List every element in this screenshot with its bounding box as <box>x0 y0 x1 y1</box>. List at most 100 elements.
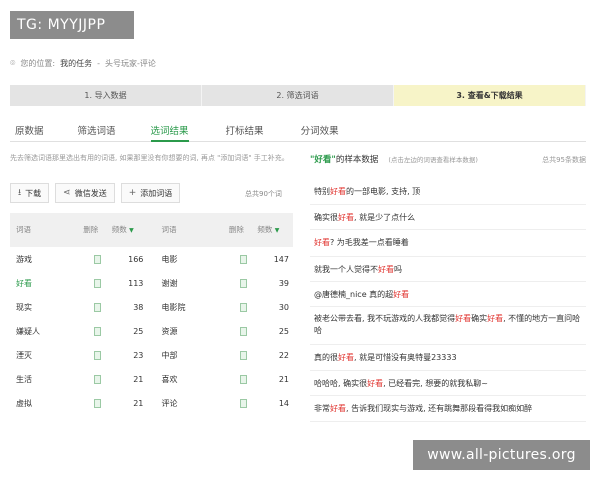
sample-text: ? 为毛我差一点看睡着 <box>330 238 409 247</box>
sample-text: , 已经看完, 想要的就我私聊~ <box>383 379 488 388</box>
sample-panel: "好看" 的样本数据 (点击左边的词语查看样本数据) 总共95条数据 特别好看的… <box>310 153 586 422</box>
download-button[interactable]: ⭳ 下载 <box>10 183 50 203</box>
sample-keyword-highlight: 好看 <box>330 187 346 196</box>
tab-segmentation[interactable]: 分词效果 <box>301 120 339 141</box>
delete-icon[interactable] <box>239 398 247 408</box>
tab-filter-words[interactable]: 筛选词语 <box>78 120 116 141</box>
step-progress: 1. 导入数据 2. 筛选词语 3. 查看&下载结果 <box>10 85 586 106</box>
delete-icon[interactable] <box>94 398 102 408</box>
add-word-button[interactable]: + 添加词语 <box>120 183 181 203</box>
list-item: 就我一个人觉得不好看吗 <box>310 257 586 282</box>
sample-text: 确实很 <box>314 213 338 222</box>
word-cell[interactable]: 生活 <box>10 367 83 391</box>
word-cell[interactable]: 湮灭 <box>10 343 83 367</box>
step-view-download[interactable]: 3. 查看&下载结果 <box>394 85 586 106</box>
header-delete: 删除 <box>83 213 112 247</box>
delete-icon[interactable] <box>94 254 102 264</box>
step-filter[interactable]: 2. 筛选词语 <box>202 85 394 106</box>
breadcrumb: ⌾ 您的位置: 我的任务 - 头号玩家-评论 <box>10 58 156 69</box>
sample-text: 哈哈哈, 确实很 <box>314 379 368 388</box>
delete-icon[interactable] <box>94 350 102 360</box>
list-item: 确实很好看, 就是少了点什么 <box>310 205 586 230</box>
breadcrumb-prefix: 您的位置: <box>20 59 56 68</box>
delete-icon[interactable] <box>94 326 102 336</box>
delete-cell <box>83 247 112 271</box>
count-cell: 38 <box>133 302 144 312</box>
word-cell[interactable]: 嫌疑人 <box>10 319 83 343</box>
tab-raw-data[interactable]: 原数据 <box>15 120 44 141</box>
delete-icon[interactable] <box>239 278 247 288</box>
sample-keyword-highlight: 好看 <box>487 314 504 323</box>
table-row[interactable]: 游戏 166 电影 147 <box>10 247 293 271</box>
list-item: 哈哈哈, 确实很好看, 已经看完, 想要的就我私聊~ <box>310 371 586 396</box>
delete-cell <box>229 247 258 271</box>
word-cell[interactable]: 中部 <box>156 343 229 367</box>
delete-cell <box>229 343 258 367</box>
count-cell: 14 <box>278 398 289 408</box>
delete-icon[interactable] <box>239 350 247 360</box>
delete-cell <box>229 295 258 319</box>
sample-title-suffix: 的样本数据 <box>335 155 379 165</box>
count-cell: 21 <box>133 398 144 408</box>
word-cell[interactable]: 游戏 <box>10 247 83 271</box>
word-cell[interactable]: 现实 <box>10 295 83 319</box>
count-cell: 21 <box>278 374 289 384</box>
sample-text: , 告诉我们现实与游戏, 还有跳舞那段看得我如痴如醉 <box>346 404 533 413</box>
header-frequency[interactable]: 频数 ▼ <box>111 213 148 247</box>
column-gap <box>147 319 155 343</box>
sample-text: 非常 <box>314 404 330 413</box>
table-row[interactable]: 虚拟 21 评论 14 <box>10 391 293 415</box>
delete-icon[interactable] <box>94 302 102 312</box>
share-icon: ⋖ <box>63 188 71 198</box>
count-cell: 25 <box>278 326 289 336</box>
column-gap <box>147 367 155 391</box>
sample-text: 特别 <box>314 187 330 196</box>
delete-cell <box>229 367 258 391</box>
header-frequency-2[interactable]: 频数 ▼ <box>257 213 293 247</box>
word-cell[interactable]: 虚拟 <box>10 391 83 415</box>
word-cell[interactable]: 电影 <box>156 247 229 271</box>
sample-text: @唐德楠_nice 真的超 <box>314 290 394 299</box>
word-cell[interactable]: 谢谢 <box>156 271 229 295</box>
delete-icon[interactable] <box>239 302 247 312</box>
delete-icon[interactable] <box>94 278 102 288</box>
sort-desc-icon[interactable]: ▼ <box>275 227 280 234</box>
word-cell[interactable]: 评论 <box>156 391 229 415</box>
sample-keyword-highlight: 好看 <box>455 314 472 323</box>
word-cell[interactable]: 好看 <box>10 271 83 295</box>
step-import[interactable]: 1. 导入数据 <box>10 85 202 106</box>
download-icon: ⭳ <box>18 188 22 198</box>
sample-panel-title: "好看" 的样本数据 (点击左边的词语查看样本数据) 总共95条数据 <box>310 153 586 165</box>
delete-icon[interactable] <box>239 374 247 384</box>
download-label: 下载 <box>25 188 42 198</box>
breadcrumb-task: 头号玩家-评论 <box>105 59 156 68</box>
tab-word-results[interactable]: 选词结果 <box>150 120 189 142</box>
table-row[interactable]: 生活 21 喜欢 21 <box>10 367 293 391</box>
sample-keyword-highlight: 好看 <box>338 353 354 362</box>
sample-list: 特别好看的一部电影, 支持, 顶确实很好看, 就是少了点什么 好看? 为毛我差一点… <box>310 179 586 422</box>
delete-icon[interactable] <box>239 254 247 264</box>
sort-desc-icon[interactable]: ▼ <box>129 227 134 234</box>
delete-icon[interactable] <box>239 326 247 336</box>
delete-icon[interactable] <box>94 374 102 384</box>
word-cell[interactable]: 喜欢 <box>156 367 229 391</box>
watermark-bottom-right: www.all-pictures.org <box>413 440 590 470</box>
table-row[interactable]: 好看 113 谢谢 39 <box>10 271 293 295</box>
table-row[interactable]: 嫌疑人 25 资源 25 <box>10 319 293 343</box>
delete-cell <box>83 367 112 391</box>
word-total: 总共90个词 <box>245 190 282 198</box>
breadcrumb-current[interactable]: 我的任务 <box>60 58 92 69</box>
delete-cell <box>229 319 258 343</box>
word-cell[interactable]: 资源 <box>156 319 229 343</box>
table-row[interactable]: 湮灭 23 中部 22 <box>10 343 293 367</box>
delete-cell <box>83 295 112 319</box>
list-item: @唐德楠_nice 真的超好看 <box>310 282 586 307</box>
table-row[interactable]: 现实 38 电影院 30 <box>10 295 293 319</box>
count-cell: 113 <box>128 278 144 288</box>
wechat-send-button[interactable]: ⋖ 微信发送 <box>55 183 115 203</box>
word-cell[interactable]: 电影院 <box>156 295 229 319</box>
tab-tag-results[interactable]: 打标结果 <box>226 120 264 141</box>
header-frequency-label: 频数 <box>111 224 127 234</box>
column-gap <box>147 271 155 295</box>
count-cell: 147 <box>273 254 289 264</box>
